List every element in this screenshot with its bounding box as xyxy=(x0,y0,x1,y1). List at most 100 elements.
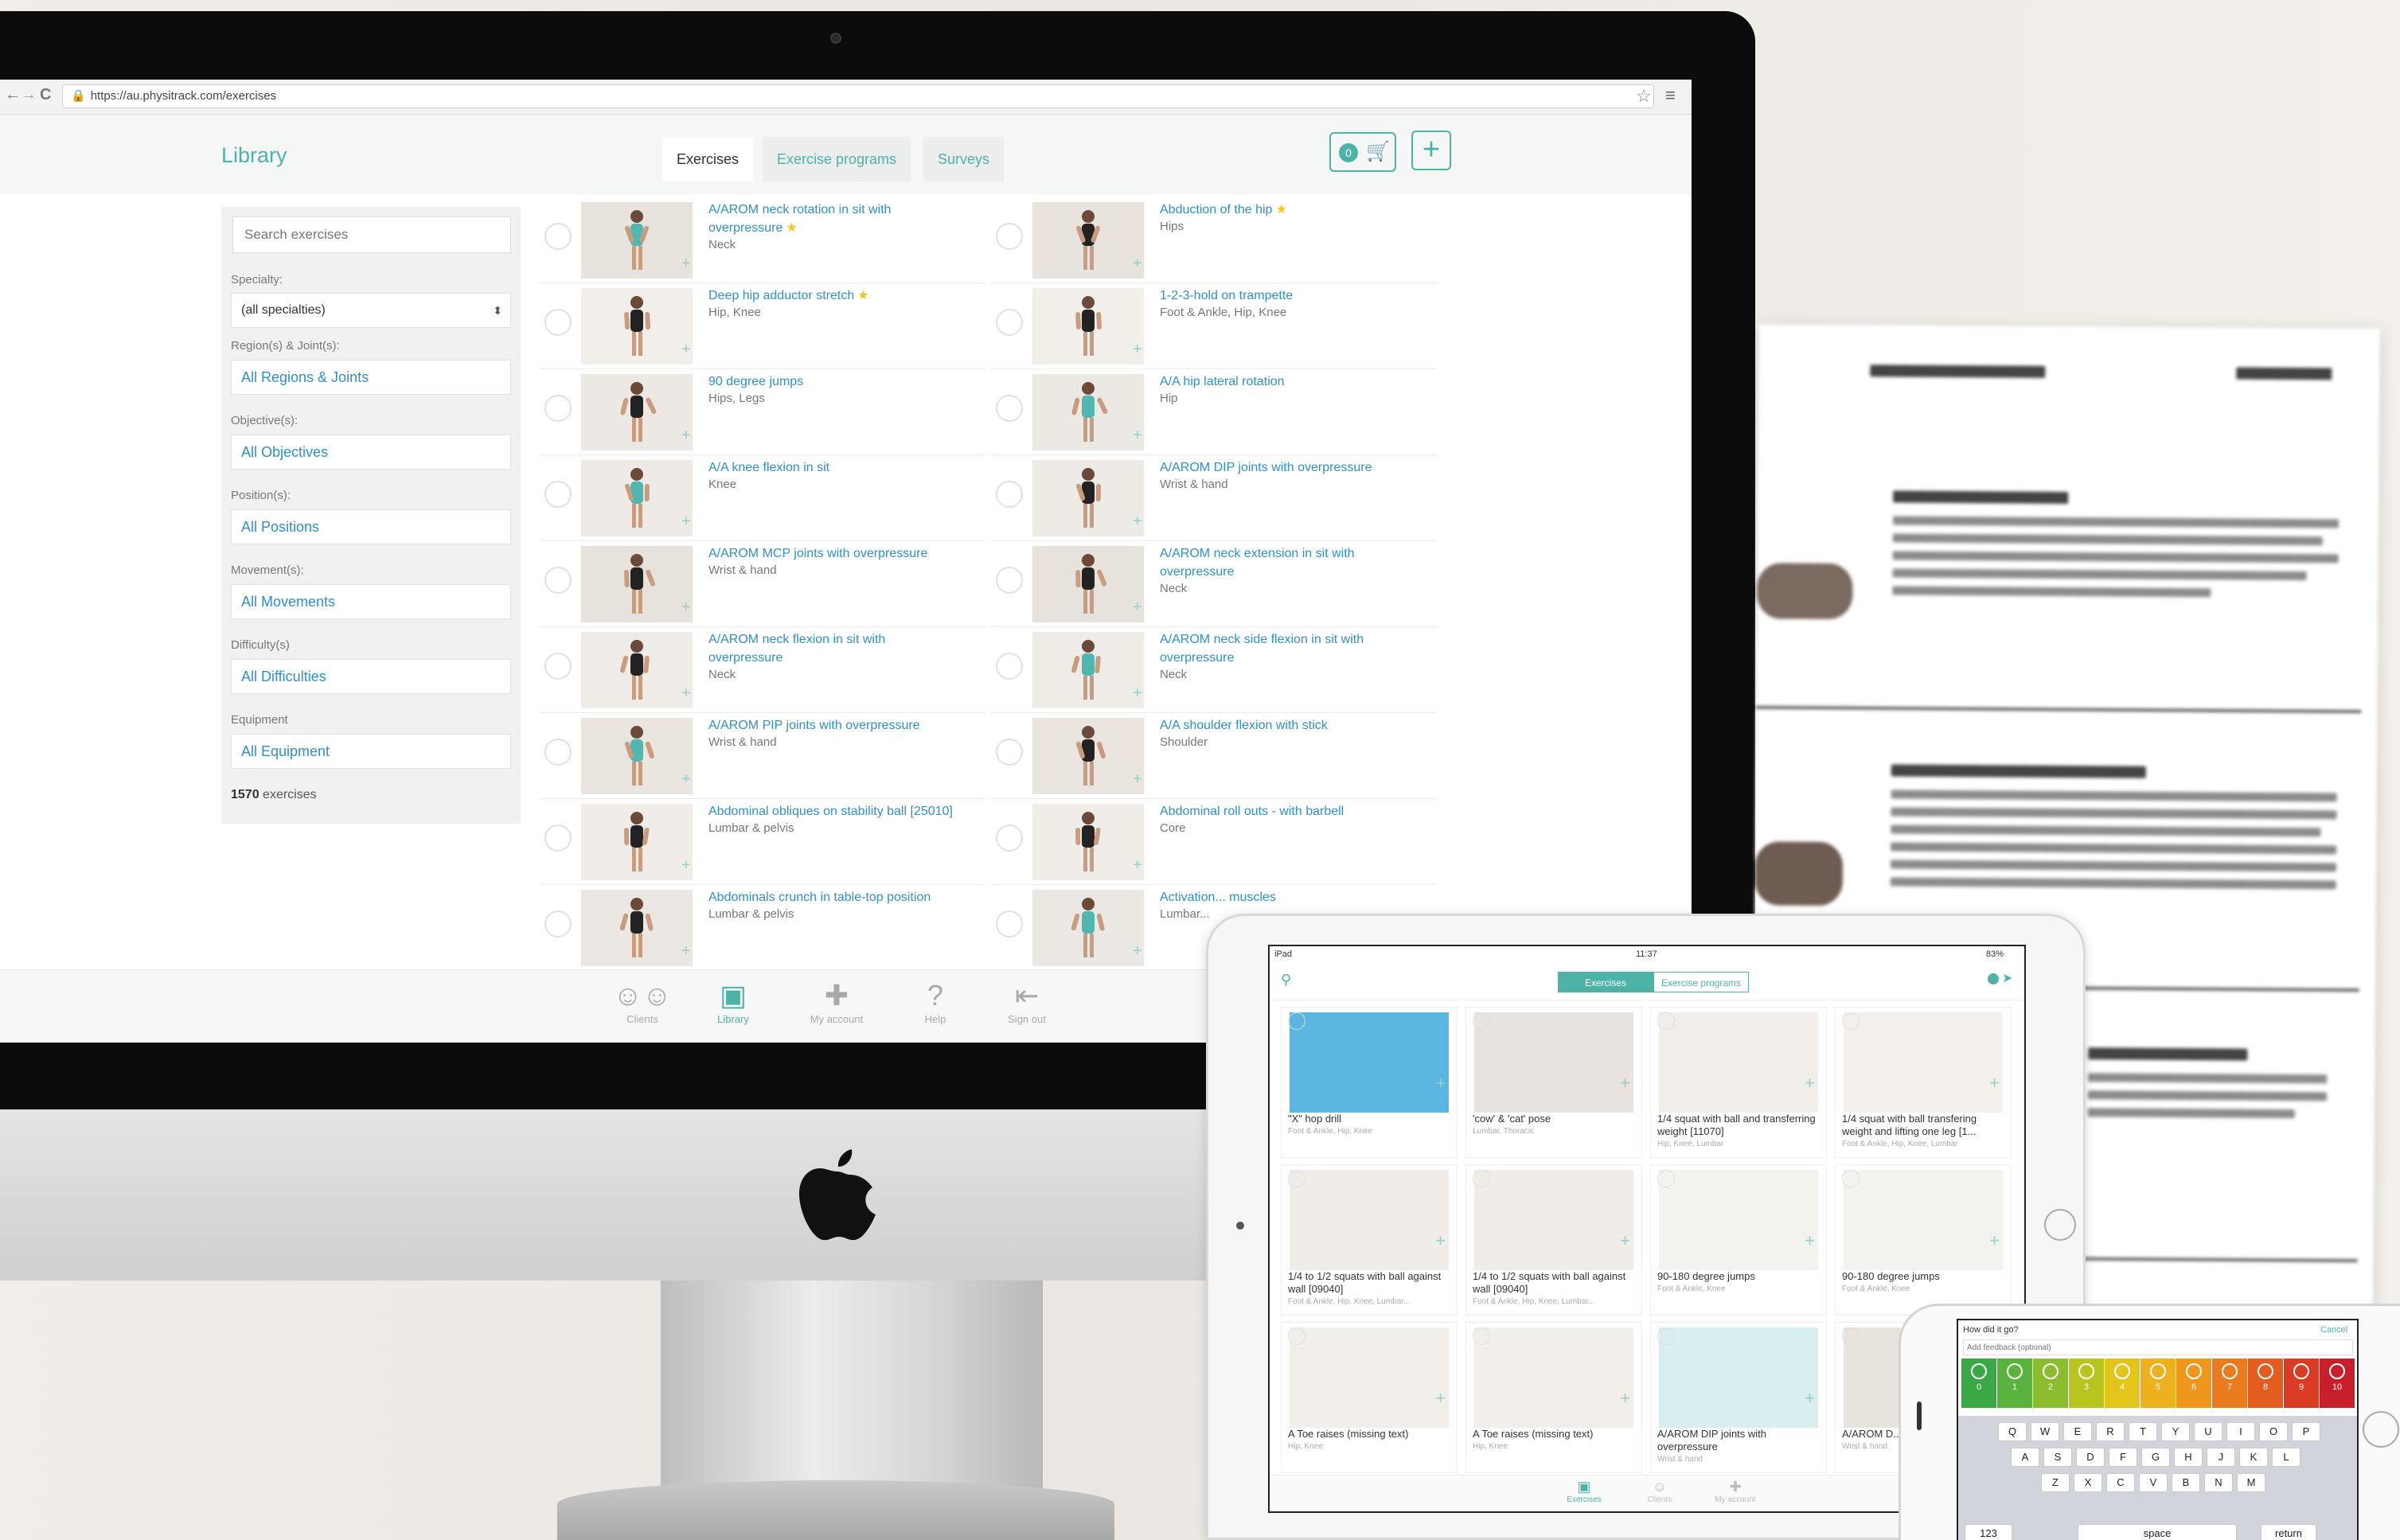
search-input[interactable] xyxy=(232,216,511,253)
select-checkbox[interactable] xyxy=(544,825,572,852)
select-checkbox[interactable] xyxy=(544,309,572,336)
exercise-name[interactable]: Abduction of the hip ★ xyxy=(1160,201,1407,219)
exercise-row[interactable]: + Abduction of the hip ★ Hips xyxy=(991,197,1437,283)
difficulty-filter[interactable]: All Difficulties xyxy=(231,659,511,694)
select-checkbox[interactable] xyxy=(1657,1170,1675,1187)
keyboard-key[interactable]: T xyxy=(2129,1422,2157,1441)
keyboard-key[interactable]: G xyxy=(2141,1448,2170,1467)
add-to-program-icon[interactable]: + xyxy=(1620,1388,1630,1409)
ipad-exercise-card[interactable]: + A Toe raises (missing text) Hip, Knee xyxy=(1281,1322,1458,1473)
space-key[interactable]: space xyxy=(2078,1524,2237,1540)
add-to-program-icon[interactable]: + xyxy=(1805,1388,1815,1409)
exercise-row[interactable]: + A/AROM PIP joints with overpressure Wris… xyxy=(540,713,985,799)
keyboard-key[interactable]: K xyxy=(2239,1448,2268,1467)
exercise-row[interactable]: + A/A hip lateral rotation Hip xyxy=(991,369,1437,455)
search-icon[interactable]: ⚲ xyxy=(1281,972,1291,988)
hamburger-menu-icon[interactable]: ≡ xyxy=(1665,85,1676,106)
keyboard-key[interactable]: I xyxy=(2226,1422,2255,1441)
select-checkbox[interactable] xyxy=(996,653,1023,680)
exercise-thumbnail[interactable] xyxy=(581,460,693,536)
region-filter[interactable]: All Regions & Joints xyxy=(231,360,511,395)
exercise-thumbnail[interactable] xyxy=(581,718,693,794)
iphone-home-button[interactable] xyxy=(2363,1411,2399,1448)
mood-option[interactable]: 3 xyxy=(2069,1359,2104,1408)
ipad-exercise-card[interactable]: +1/4 to 1/2 squats with ball against wal… xyxy=(1465,1164,1642,1316)
keyboard-key[interactable]: S xyxy=(2043,1448,2072,1467)
keyboard-key[interactable]: Q xyxy=(1998,1422,2027,1441)
select-checkbox[interactable] xyxy=(544,395,572,422)
keyboard-key[interactable]: R xyxy=(2096,1422,2125,1441)
position-filter[interactable]: All Positions xyxy=(231,509,511,544)
keyboard-key[interactable]: U xyxy=(2194,1422,2222,1441)
exercise-thumbnail[interactable] xyxy=(1032,288,1144,365)
exercise-row[interactable]: + A/AROM MCP joints with overpressure Wris… xyxy=(540,541,985,627)
select-checkbox[interactable] xyxy=(996,567,1023,594)
basket-button[interactable]: 0 🛒 xyxy=(1329,132,1396,172)
mood-option[interactable]: 8 xyxy=(2248,1359,2283,1408)
address-bar[interactable]: 🔒 https://au.physitrack.com/exercises xyxy=(62,84,1654,108)
select-checkbox[interactable] xyxy=(996,309,1023,336)
exercise-row[interactable]: + A/AROM neck flexion in sit with overpre… xyxy=(540,627,985,713)
tab-exercises[interactable]: Exercises xyxy=(662,137,754,181)
keyboard-key[interactable]: P xyxy=(2292,1422,2320,1441)
exercise-thumbnail[interactable] xyxy=(1032,718,1144,794)
exercise-thumbnail[interactable] xyxy=(581,632,693,708)
objective-filter[interactable]: All Objectives xyxy=(231,435,511,470)
exercise-name-text[interactable]: A/AROM neck extension in sit with overpr… xyxy=(1160,547,1355,579)
exercise-thumbnail[interactable] xyxy=(581,288,693,365)
add-to-program-icon[interactable]: + xyxy=(1133,684,1142,703)
add-to-program-icon[interactable]: + xyxy=(1805,1230,1815,1251)
exercise-row[interactable]: + A/A knee flexion in sit Knee xyxy=(540,455,985,541)
mood-option[interactable]: 10 xyxy=(2320,1359,2355,1408)
back-arrow-icon[interactable]: ← xyxy=(5,86,21,104)
select-checkbox[interactable] xyxy=(544,739,572,766)
add-to-program-icon[interactable]: + xyxy=(1133,598,1142,617)
exercise-name[interactable]: A/AROM PIP joints with overpressure xyxy=(708,716,955,735)
select-checkbox[interactable] xyxy=(1842,1012,1860,1030)
exercise-thumbnail[interactable] xyxy=(581,890,693,966)
ipad-seg-exercises[interactable]: Exercises xyxy=(1558,972,1653,992)
ipad-exercise-card[interactable]: + 'cow' & 'cat' pose Lumbar, Thoracic xyxy=(1465,1007,1642,1158)
ipad-exercise-card[interactable]: +1/4 squat with ball transfering weight … xyxy=(1835,1007,2012,1158)
nav-clients[interactable]: ☺☺ Clients xyxy=(599,978,686,1025)
ipad-nav-exercises[interactable]: ▣ Exercises xyxy=(1552,1479,1616,1504)
keyboard-key[interactable]: L xyxy=(2272,1448,2300,1467)
exercise-thumbnail[interactable] xyxy=(1032,804,1144,880)
add-to-program-icon[interactable]: + xyxy=(1133,942,1142,961)
ipad-exercise-card[interactable]: +90-180 degree jumps Foot & Ankle, Knee xyxy=(1835,1164,2012,1316)
add-to-program-icon[interactable]: + xyxy=(1989,1230,2000,1251)
exercise-name-text[interactable]: Activation... muscles xyxy=(1160,891,1276,904)
exercise-row[interactable]: + Abdominal roll outs - with barbell Core xyxy=(991,799,1437,885)
keyboard-key[interactable]: B xyxy=(2172,1473,2200,1492)
ipad-seg-programs[interactable]: Exercise programs xyxy=(1653,972,1749,992)
exercise-name[interactable]: A/AROM neck rotation in sit with overpre… xyxy=(708,201,955,237)
exercise-thumbnail[interactable] xyxy=(1032,460,1144,536)
mood-option[interactable]: 4 xyxy=(2105,1359,2140,1408)
mood-option[interactable]: 0 xyxy=(1961,1359,1996,1408)
exercise-thumbnail[interactable] xyxy=(581,374,693,450)
keyboard-key[interactable]: F xyxy=(2109,1448,2137,1467)
select-checkbox[interactable] xyxy=(996,910,1023,938)
exercise-name[interactable]: Abdominal obliques on stability ball [25… xyxy=(708,802,955,821)
exercise-row[interactable]: + A/A shoulder flexion with stick Shoulder xyxy=(991,713,1437,799)
add-to-program-icon[interactable]: + xyxy=(1133,427,1142,445)
exercise-thumbnail[interactable] xyxy=(581,202,693,279)
keyboard-key[interactable]: J xyxy=(2207,1448,2235,1467)
keyboard-key[interactable]: X xyxy=(2074,1473,2102,1492)
select-checkbox[interactable] xyxy=(544,567,572,594)
ipad-exercise-card[interactable]: +1/4 squat with ball and transferring we… xyxy=(1650,1007,1827,1158)
specialty-select[interactable]: (all specialties) ⬍ xyxy=(231,293,511,328)
mood-option[interactable]: 7 xyxy=(2212,1359,2247,1408)
keyboard-key[interactable]: H xyxy=(2174,1448,2203,1467)
exercise-name[interactable]: A/A hip lateral rotation xyxy=(1160,372,1407,391)
select-checkbox[interactable] xyxy=(1288,1170,1305,1187)
keyboard-key[interactable]: A xyxy=(2011,1448,2039,1467)
exercise-name-text[interactable]: A/AROM neck rotation in sit with overpre… xyxy=(708,203,891,235)
exercise-name-text[interactable]: A/AROM neck side flexion in sit with ove… xyxy=(1160,633,1364,665)
exercise-name[interactable]: 1-2-3-hold on trampette xyxy=(1160,287,1407,305)
exercise-row[interactable]: +1-2-3-hold on trampette Foot & Ankle, Hi… xyxy=(991,283,1437,369)
exercise-name[interactable]: Activation... muscles xyxy=(1160,888,1407,906)
exercise-thumbnail[interactable] xyxy=(581,804,693,880)
nav-help[interactable]: ? Help xyxy=(892,978,979,1025)
add-to-program-icon[interactable]: + xyxy=(1435,1388,1446,1409)
